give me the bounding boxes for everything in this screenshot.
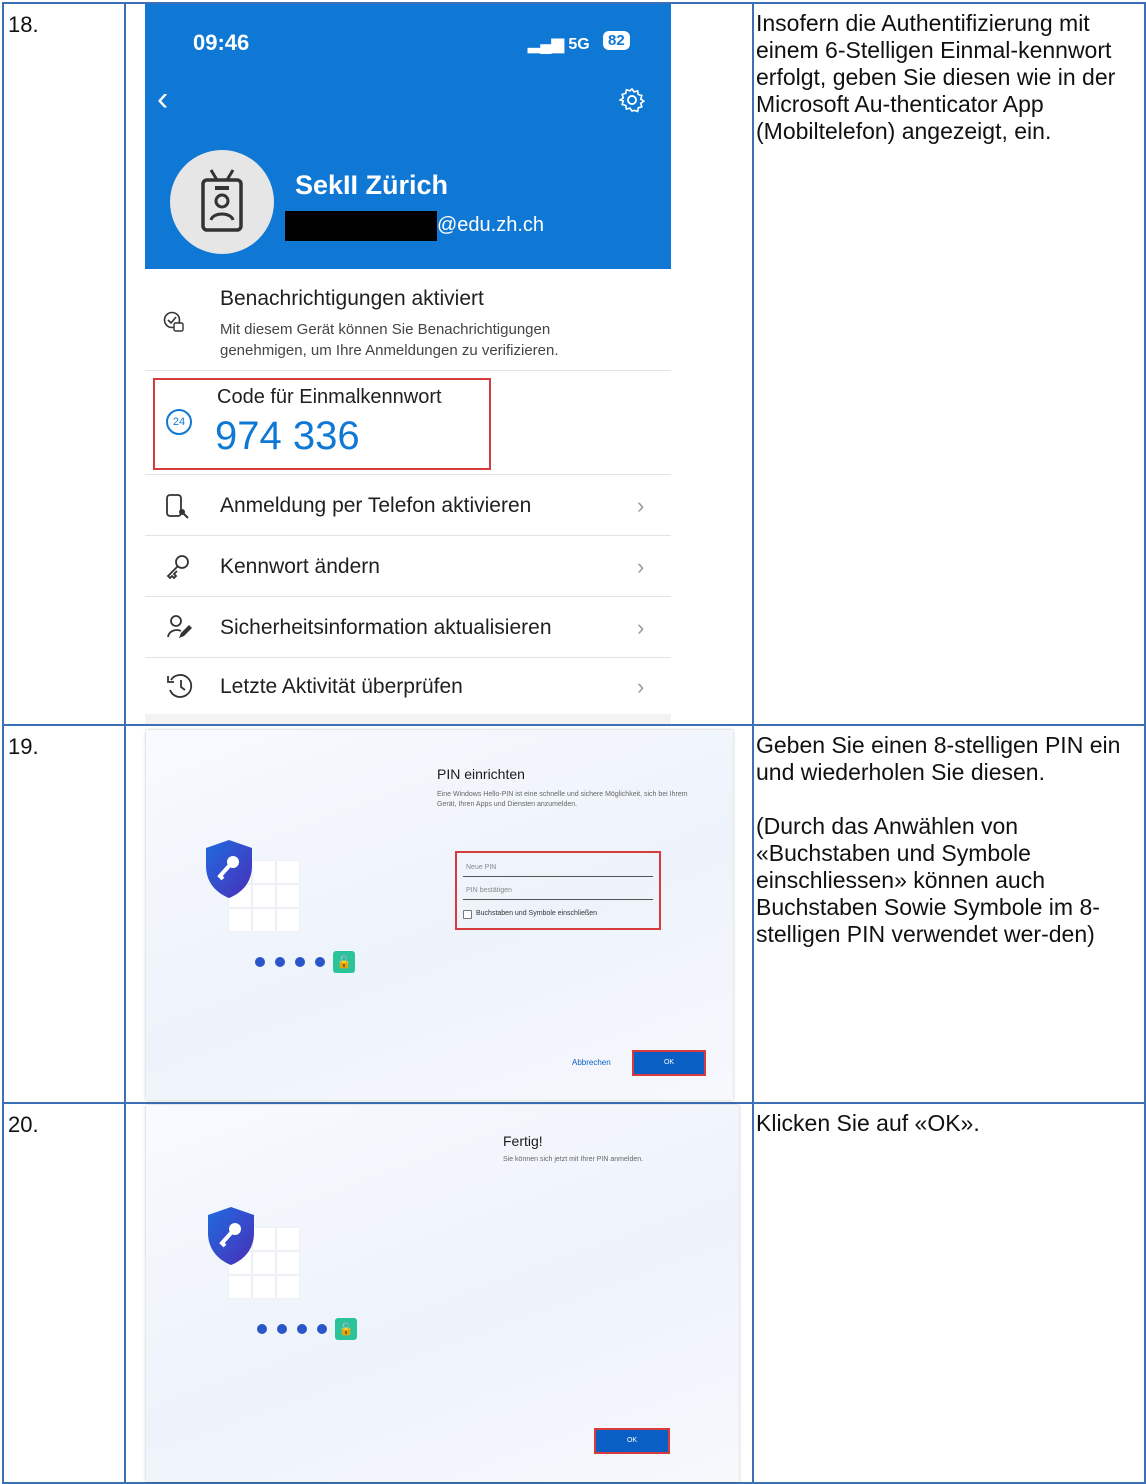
grid-tile bbox=[276, 908, 300, 932]
steps-table: 18. 09:46 ▂▄▆ 5G 82 ‹ SekII Zürich @edu.… bbox=[2, 2, 1146, 1484]
pin-done-dialog: Fertig! Sie können sich jetzt mit Ihrer … bbox=[146, 1105, 739, 1482]
new-pin-input[interactable]: Neue PIN bbox=[463, 860, 653, 877]
otp-label: Code für Einmalkennwort bbox=[217, 386, 442, 408]
pin-dot bbox=[255, 957, 265, 967]
account-name: SekII Zürich bbox=[295, 170, 449, 200]
step-row-18: 18. 09:46 ▂▄▆ 5G 82 ‹ SekII Zürich @edu.… bbox=[2, 2, 1146, 726]
step-screenshot-cell: Fertig! Sie können sich jetzt mit Ihrer … bbox=[124, 1102, 754, 1484]
pin-dot bbox=[275, 957, 285, 967]
description-text: Klicken Sie auf «OK». bbox=[756, 1110, 980, 1136]
list-footer bbox=[145, 714, 671, 724]
pin-setup-dialog: PIN einrichten Eine Windows Hello-PIN is… bbox=[146, 730, 733, 1100]
pin-dot bbox=[315, 957, 325, 967]
ok-button[interactable]: OK bbox=[594, 1428, 670, 1454]
grid-tile bbox=[276, 1251, 300, 1275]
pin-dot bbox=[257, 1324, 267, 1334]
step-screenshot-cell: 09:46 ▂▄▆ 5G 82 ‹ SekII Zürich @edu.zh.c… bbox=[124, 2, 754, 726]
authenticator-app-screenshot: 09:46 ▂▄▆ 5G 82 ‹ SekII Zürich @edu.zh.c… bbox=[145, 4, 671, 724]
instruction-page: 18. 09:46 ▂▄▆ 5G 82 ‹ SekII Zürich @edu.… bbox=[0, 0, 1146, 1484]
chevron-right-icon: › bbox=[637, 615, 645, 640]
menu-item-label: Anmeldung per Telefon aktivieren bbox=[220, 494, 532, 517]
chevron-right-icon: › bbox=[637, 674, 645, 699]
chevron-right-icon: › bbox=[637, 554, 645, 579]
menu-item-label: Letzte Aktivität überprüfen bbox=[220, 675, 463, 698]
account-domain: @edu.zh.ch bbox=[437, 214, 545, 236]
ok-button[interactable]: OK bbox=[632, 1050, 706, 1076]
menu-item-label: Kennwort ändern bbox=[220, 555, 380, 578]
key-icon bbox=[166, 555, 189, 579]
grid-tile bbox=[276, 860, 300, 884]
pin-dot bbox=[317, 1324, 327, 1334]
unlock-icon: 🔓 bbox=[333, 951, 355, 973]
dialog-title: Fertig! bbox=[503, 1133, 543, 1149]
description-text: Insofern die Authentifizierung mit einem… bbox=[756, 10, 1116, 144]
grid-tile bbox=[252, 908, 276, 932]
avatar bbox=[170, 150, 274, 254]
pin-dot bbox=[277, 1324, 287, 1334]
status-time: 09:46 bbox=[193, 30, 250, 55]
step-row-19: 19. PIN einrichten Eine Windows Hello-PI… bbox=[2, 724, 1146, 1104]
redacted-username bbox=[285, 211, 437, 241]
gear-icon[interactable] bbox=[618, 86, 646, 114]
notifications-title: Benachrichtigungen aktiviert bbox=[220, 287, 484, 310]
letters-symbols-checkbox[interactable] bbox=[463, 910, 472, 919]
battery-level: 82 bbox=[603, 31, 630, 50]
badge-icon bbox=[201, 169, 243, 232]
signal-bars-icon: ▂▄▆ bbox=[528, 36, 569, 53]
grid-tile bbox=[252, 1275, 276, 1299]
description-text: Geben Sie einen 8-stelligen PIN ein und … bbox=[756, 732, 1121, 785]
dialog-subtitle: Sie können sich jetzt mit Ihrer PIN anme… bbox=[503, 1156, 644, 1163]
shield-key-icon bbox=[206, 840, 252, 898]
step-description: Klicken Sie auf «OK». bbox=[752, 1102, 1146, 1484]
unlock-icon: 🔓 bbox=[335, 1318, 357, 1340]
dialog-title: PIN einrichten bbox=[437, 766, 525, 782]
dialog-subtitle: Eine Windows Hello-PIN ist eine schnelle… bbox=[437, 791, 688, 808]
placeholder: Neue PIN bbox=[466, 864, 497, 871]
checkbox-label: Buchstaben und Symbole einschließen bbox=[476, 910, 598, 917]
menu-item-phone-sign-in[interactable]: Anmeldung per Telefon aktivieren › bbox=[145, 475, 671, 536]
grid-tile bbox=[276, 1227, 300, 1251]
step-row-20: 20. Fertig! Sie können sich jetzt mit Ih… bbox=[2, 1102, 1146, 1484]
grid-tile bbox=[228, 1275, 252, 1299]
notifications-text: Mit diesem Gerät können Sie Benachrichti… bbox=[220, 321, 559, 359]
person-edit-icon bbox=[167, 615, 192, 638]
otp-timer: 24 bbox=[166, 409, 192, 435]
chevron-right-icon: › bbox=[637, 493, 645, 518]
step-number: 18. bbox=[2, 2, 126, 726]
network-type: 5G bbox=[568, 36, 590, 53]
notification-check-icon bbox=[163, 311, 184, 332]
step-number: 20. bbox=[2, 1102, 126, 1484]
pin-dot bbox=[297, 1324, 307, 1334]
account-header: 09:46 ▂▄▆ 5G 82 ‹ SekII Zürich @edu.zh.c… bbox=[145, 4, 671, 269]
menu-item-recent-activity[interactable]: Letzte Aktivität überprüfen › bbox=[145, 658, 671, 714]
menu-item-label: Sicherheitsinformation aktualisieren bbox=[220, 616, 552, 639]
pin-dot bbox=[295, 957, 305, 967]
grid-tile bbox=[276, 1275, 300, 1299]
otp-code: 974 336 bbox=[215, 414, 360, 458]
menu-item-security-info[interactable]: Sicherheitsinformation aktualisieren › bbox=[145, 597, 671, 658]
signal-indicator: ▂▄▆ 5G bbox=[528, 34, 590, 54]
chevron-left-icon[interactable]: ‹ bbox=[157, 82, 168, 116]
placeholder: PIN bestätigen bbox=[466, 887, 512, 894]
history-icon bbox=[167, 674, 193, 698]
confirm-pin-input[interactable]: PIN bestätigen bbox=[463, 883, 653, 900]
grid-tile bbox=[276, 884, 300, 908]
shield-key-icon bbox=[208, 1207, 254, 1265]
step-description: Insofern die Authentifizierung mit einem… bbox=[752, 2, 1146, 726]
step-screenshot-cell: PIN einrichten Eine Windows Hello-PIN is… bbox=[124, 724, 754, 1104]
cancel-button[interactable]: Abbrechen bbox=[572, 1058, 611, 1067]
step-number: 19. bbox=[2, 724, 126, 1104]
menu-item-change-password[interactable]: Kennwort ändern › bbox=[145, 536, 671, 597]
divider bbox=[145, 370, 671, 371]
grid-tile bbox=[228, 908, 252, 932]
phone-sign-in-icon bbox=[166, 494, 189, 519]
step-description: Geben Sie einen 8-stelligen PIN ein und … bbox=[752, 724, 1146, 1104]
description-note: (Durch das Anwählen von «Buchstaben und … bbox=[756, 813, 1100, 947]
